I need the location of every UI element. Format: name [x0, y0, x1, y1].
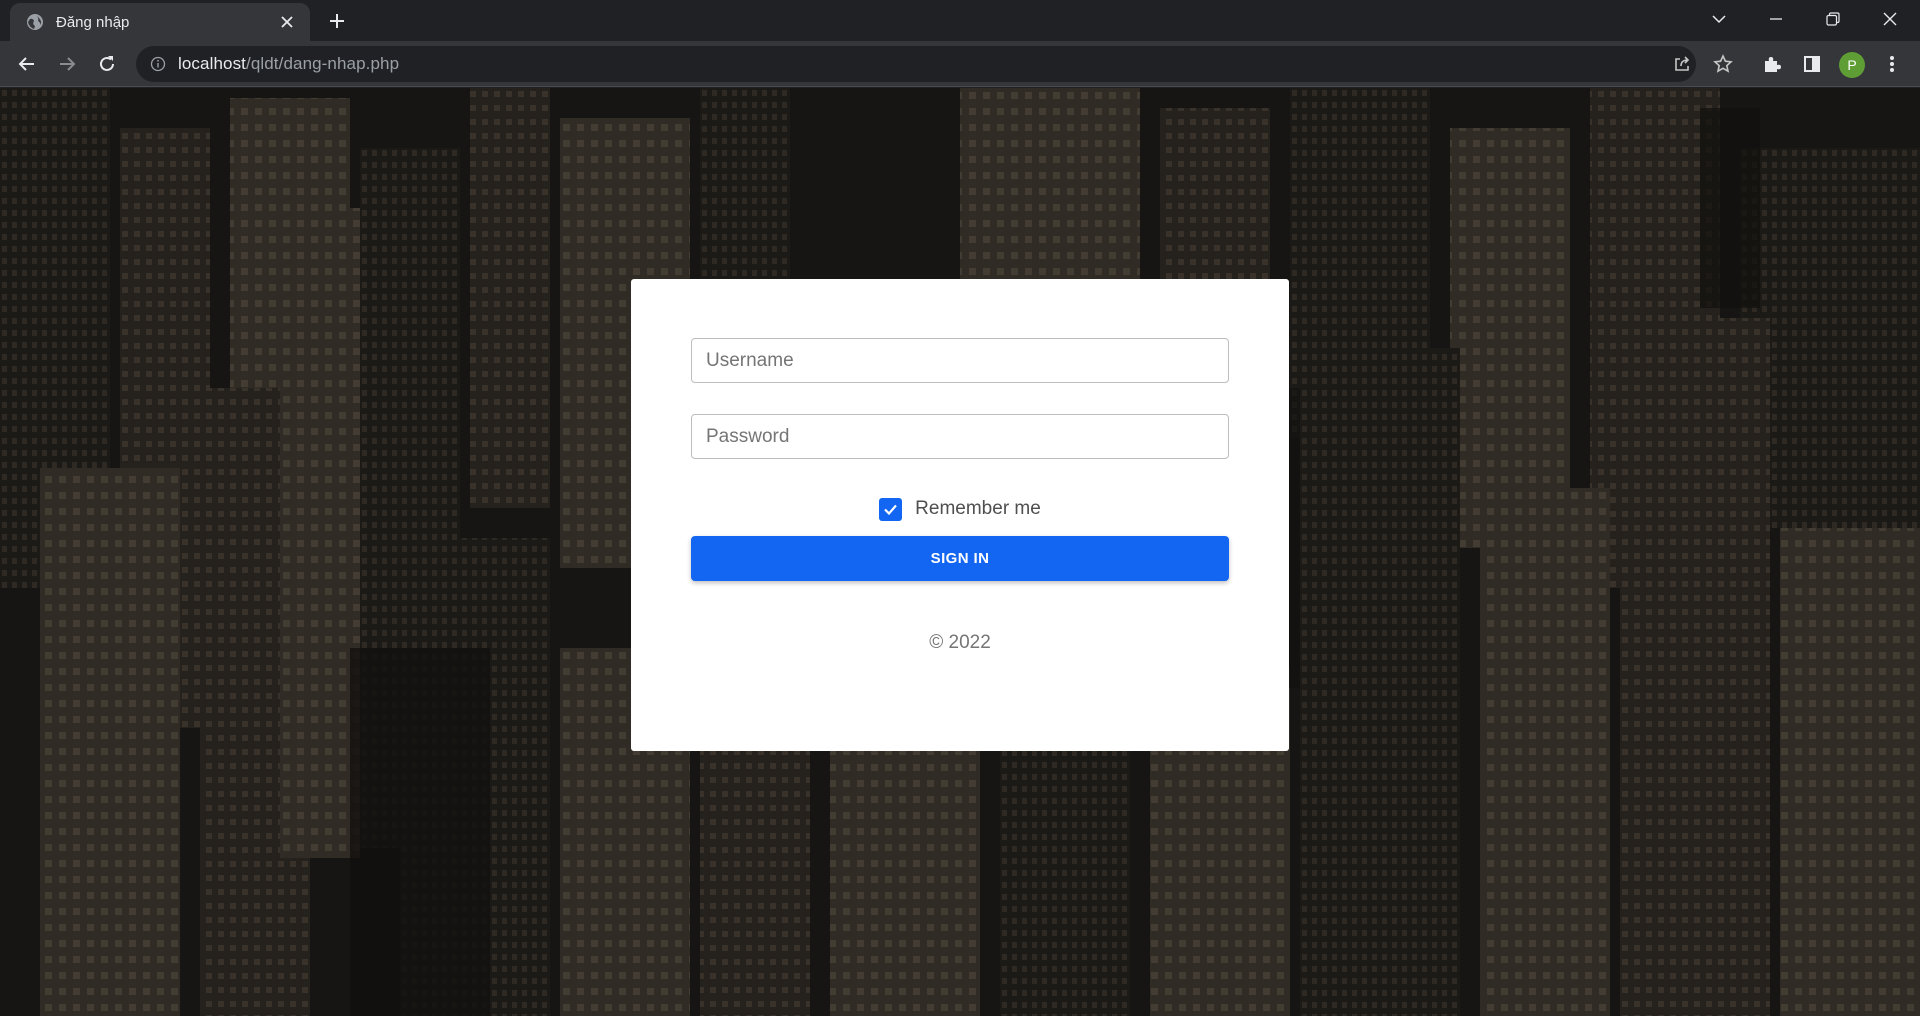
info-icon[interactable] [150, 56, 166, 72]
url-text: localhost/qldt/dang-nhap.php [178, 54, 399, 74]
close-icon[interactable] [276, 11, 298, 33]
remember-me-row: Remember me [631, 495, 1289, 523]
url-path: /qldt/dang-nhap.php [246, 54, 400, 73]
kebab-menu-icon[interactable] [1876, 48, 1908, 80]
globe-icon [26, 13, 44, 31]
puzzle-icon[interactable] [1756, 48, 1788, 80]
address-bar[interactable]: localhost/qldt/dang-nhap.php [136, 46, 1696, 82]
close-icon[interactable] [1863, 0, 1917, 38]
restore-icon[interactable] [1806, 0, 1860, 38]
page-viewport: Remember me SIGN IN © 2022 [0, 88, 1920, 1016]
username-input[interactable] [691, 338, 1229, 383]
remember-me-checkbox[interactable] [879, 497, 903, 521]
login-card: Remember me SIGN IN © 2022 [631, 279, 1289, 751]
checkmark-icon [884, 504, 897, 515]
tab-title: Đăng nhập [56, 13, 130, 31]
share-icon[interactable] [1666, 48, 1698, 80]
copyright-text: © 2022 [929, 632, 991, 653]
forward-arrow-icon[interactable] [51, 48, 83, 80]
password-input[interactable] [691, 414, 1229, 459]
remember-me-label[interactable]: Remember me [915, 498, 1041, 520]
browser-tab[interactable]: Đăng nhập [10, 3, 310, 41]
browser-toolbar: localhost/qldt/dang-nhap.php P [0, 41, 1920, 87]
sign-in-button[interactable]: SIGN IN [691, 536, 1229, 581]
back-arrow-icon[interactable] [11, 48, 43, 80]
reload-icon[interactable] [91, 48, 123, 80]
plus-icon[interactable] [322, 6, 352, 36]
minimize-icon[interactable] [1749, 0, 1803, 38]
chevron-down-icon[interactable] [1692, 0, 1746, 38]
avatar[interactable]: P [1839, 52, 1865, 78]
side-panel-icon[interactable] [1796, 48, 1828, 80]
browser-titlebar: Đăng nhập [0, 0, 1920, 41]
url-host: localhost [178, 54, 246, 73]
star-icon[interactable] [1707, 48, 1739, 80]
